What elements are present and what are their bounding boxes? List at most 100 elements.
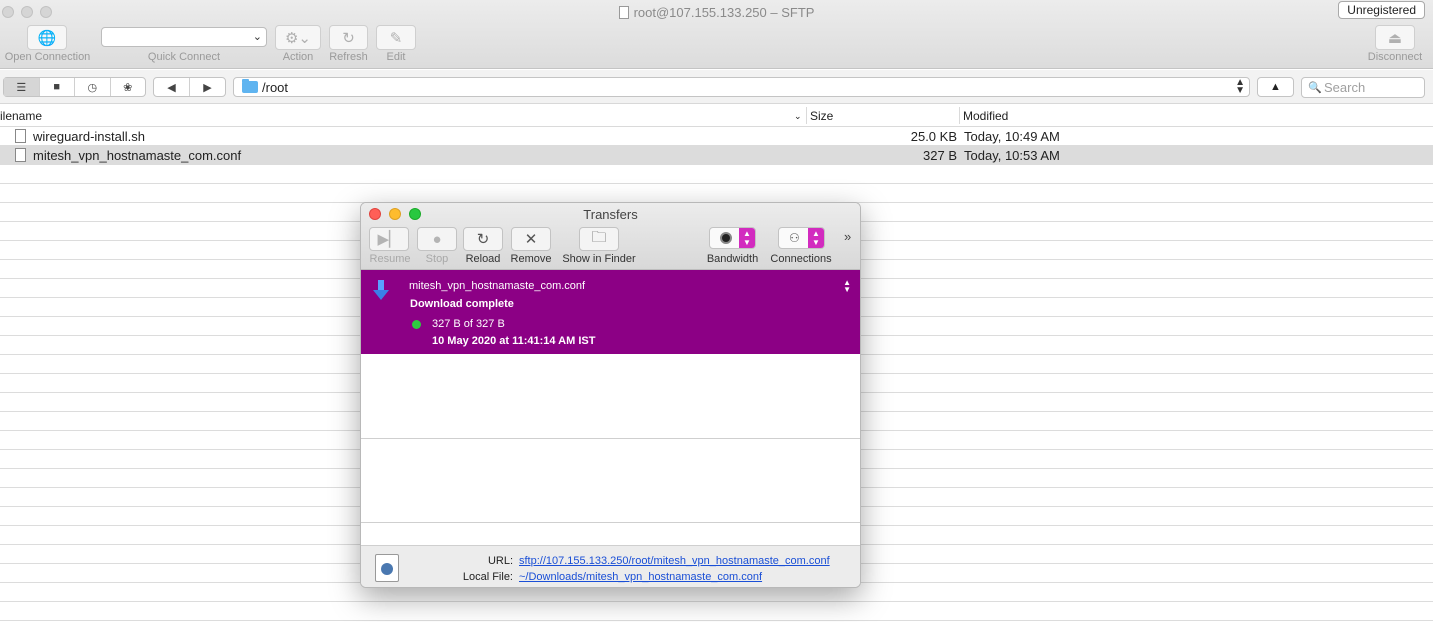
more-chevron-icon[interactable]: »: [844, 229, 851, 244]
transfers-title: Transfers: [583, 207, 638, 222]
disconnect-button[interactable]: ⏏: [1375, 25, 1415, 50]
quick-connect-label: Quick Connect: [147, 51, 221, 63]
resume-button[interactable]: ▶▏: [369, 227, 409, 251]
close-icon: ✕: [524, 231, 538, 248]
show-in-finder-button[interactable]: 🗀: [579, 227, 619, 251]
play-icon: ▶▏: [377, 231, 401, 248]
download-arrow-icon: [373, 280, 389, 300]
updown-icon: ▲ ▼: [1235, 77, 1245, 96]
column-size[interactable]: Size: [810, 109, 833, 123]
file-modified: Today, 10:53 AM: [964, 148, 1060, 163]
file-name: wireguard-install.sh: [33, 129, 145, 144]
quick-connect-select[interactable]: ⌄: [101, 27, 267, 47]
path-text: /root: [262, 80, 289, 95]
transfer-status: Download complete: [410, 298, 514, 310]
local-file-label: Local File:: [462, 571, 513, 583]
stop-button[interactable]: ●: [417, 227, 457, 251]
speedometer-icon: [720, 232, 732, 244]
reload-icon: ↻: [476, 231, 490, 248]
divider: [361, 438, 860, 439]
updown-icon: ▲ ▼: [808, 228, 824, 248]
finder-folder-icon: 🗀: [591, 228, 607, 246]
unregistered-badge[interactable]: Unregistered: [1338, 1, 1425, 19]
reload-button[interactable]: ↻: [463, 227, 503, 251]
expand-chevron-icon[interactable]: ▲ ▼: [843, 279, 851, 294]
table-row[interactable]: wireguard-install.sh 25.0 KB Today, 10:4…: [0, 127, 1433, 146]
action-button[interactable]: ⚙⌄: [275, 25, 321, 50]
conf-file-icon: [375, 554, 399, 582]
remove-button[interactable]: ✕: [511, 227, 551, 251]
eject-icon: ⏏: [1387, 29, 1403, 47]
transfer-item[interactable]: mitesh_vpn_hostnamaste_com.conf Download…: [361, 270, 860, 354]
window-title: root@107.155.133.250 – SFTP: [0, 5, 1433, 20]
file-modified: Today, 10:49 AM: [964, 129, 1060, 144]
column-modified[interactable]: Modified: [963, 109, 1008, 123]
back-arrow-icon[interactable]: ◀: [154, 78, 190, 96]
window-title-text: root@107.155.133.250 – SFTP: [633, 5, 815, 20]
file-icon: [15, 148, 26, 162]
resume-label: Resume: [369, 253, 411, 265]
forward-arrow-icon[interactable]: ▶: [190, 78, 225, 96]
column-filename[interactable]: ilename: [0, 109, 42, 123]
path-bar: ☰ ■ ◷ ❀ ◀ ▶ /root ▲ ▼ ▲ 🔍: [0, 70, 1433, 104]
refresh-icon: ↻: [342, 29, 355, 47]
column-separator: [959, 107, 960, 124]
bonjour-icon[interactable]: ❀: [111, 78, 146, 96]
disconnect-label: Disconnect: [1367, 51, 1423, 63]
reload-label: Reload: [465, 253, 501, 265]
path-select[interactable]: /root ▲ ▼: [233, 77, 1250, 97]
table-row[interactable]: mitesh_vpn_hostnamaste_com.conf 327 B To…: [0, 146, 1433, 165]
url-link[interactable]: sftp://107.155.133.250/root/mitesh_vpn_h…: [519, 555, 830, 567]
sort-chevron-icon: ⌄: [794, 111, 802, 121]
globe-plus-icon: 🌐: [37, 29, 57, 47]
refresh-button[interactable]: ↻: [329, 25, 368, 50]
refresh-label: Refresh: [329, 51, 368, 63]
transfers-window: Transfers ▶▏ Resume ● Stop ↻ Reload ✕ Re…: [360, 202, 861, 588]
chevron-down-icon: ⌄: [252, 31, 262, 43]
transfers-toolbar: Transfers ▶▏ Resume ● Stop ↻ Reload ✕ Re…: [361, 203, 860, 270]
folder-icon: [242, 79, 258, 93]
bandwidth-label: Bandwidth: [706, 253, 759, 265]
transfer-filename: mitesh_vpn_hostnamaste_com.conf: [409, 280, 586, 292]
file-name: mitesh_vpn_hostnamaste_com.conf: [33, 148, 242, 163]
action-label: Action: [282, 51, 314, 63]
stop-label: Stop: [425, 253, 449, 265]
search-field[interactable]: 🔍: [1301, 77, 1425, 98]
updown-icon: ▲ ▼: [739, 228, 755, 248]
bookmarks-icon[interactable]: ■: [40, 78, 75, 96]
stop-icon: ●: [432, 230, 442, 248]
file-size: 327 B: [923, 148, 957, 163]
view-mode-segments: ☰ ■ ◷ ❀: [3, 77, 146, 97]
transfer-date: 10 May 2020 at 11:41:14 AM IST: [432, 335, 596, 347]
file-list-header: ilename ⌄ Size Modified: [0, 105, 1433, 127]
divider: [361, 522, 860, 523]
transfer-progress: 327 B of 327 B: [432, 318, 505, 330]
search-icon: 🔍: [1308, 82, 1322, 94]
title-bar: root@107.155.133.250 – SFTP Unregistered…: [0, 0, 1433, 69]
history-icon[interactable]: ◷: [75, 78, 111, 96]
transfer-details: URL: sftp://107.155.133.250/root/mitesh_…: [361, 545, 860, 587]
connections-label: Connections: [770, 253, 832, 265]
up-arrow-icon: ▲: [1270, 81, 1281, 93]
open-connection-label: Open Connection: [4, 51, 91, 63]
url-label: URL:: [487, 555, 513, 567]
column-separator: [806, 107, 807, 124]
edit-button[interactable]: ✎: [376, 25, 416, 50]
connections-icon: ⚇: [789, 231, 800, 245]
open-connection-button[interactable]: 🌐: [27, 25, 67, 50]
status-dot: [412, 320, 421, 329]
show-in-finder-label: Show in Finder: [562, 253, 636, 265]
local-file-link[interactable]: ~/Downloads/mitesh_vpn_hostnamaste_com.c…: [519, 571, 762, 583]
gear-icon: ⚙⌄: [284, 29, 311, 47]
document-icon: [618, 6, 629, 19]
connections-popup[interactable]: ⚇ ▲ ▼: [778, 227, 825, 249]
parent-directory-button[interactable]: ▲: [1257, 77, 1294, 97]
browser-view-icon[interactable]: ☰: [4, 78, 40, 96]
search-input[interactable]: [1324, 80, 1420, 95]
bandwidth-popup[interactable]: ▲ ▼: [709, 227, 756, 249]
remove-label: Remove: [510, 253, 552, 265]
pencil-icon: ✎: [389, 29, 403, 47]
file-size: 25.0 KB: [910, 129, 957, 144]
file-icon: [15, 129, 26, 143]
edit-label: Edit: [386, 51, 406, 63]
